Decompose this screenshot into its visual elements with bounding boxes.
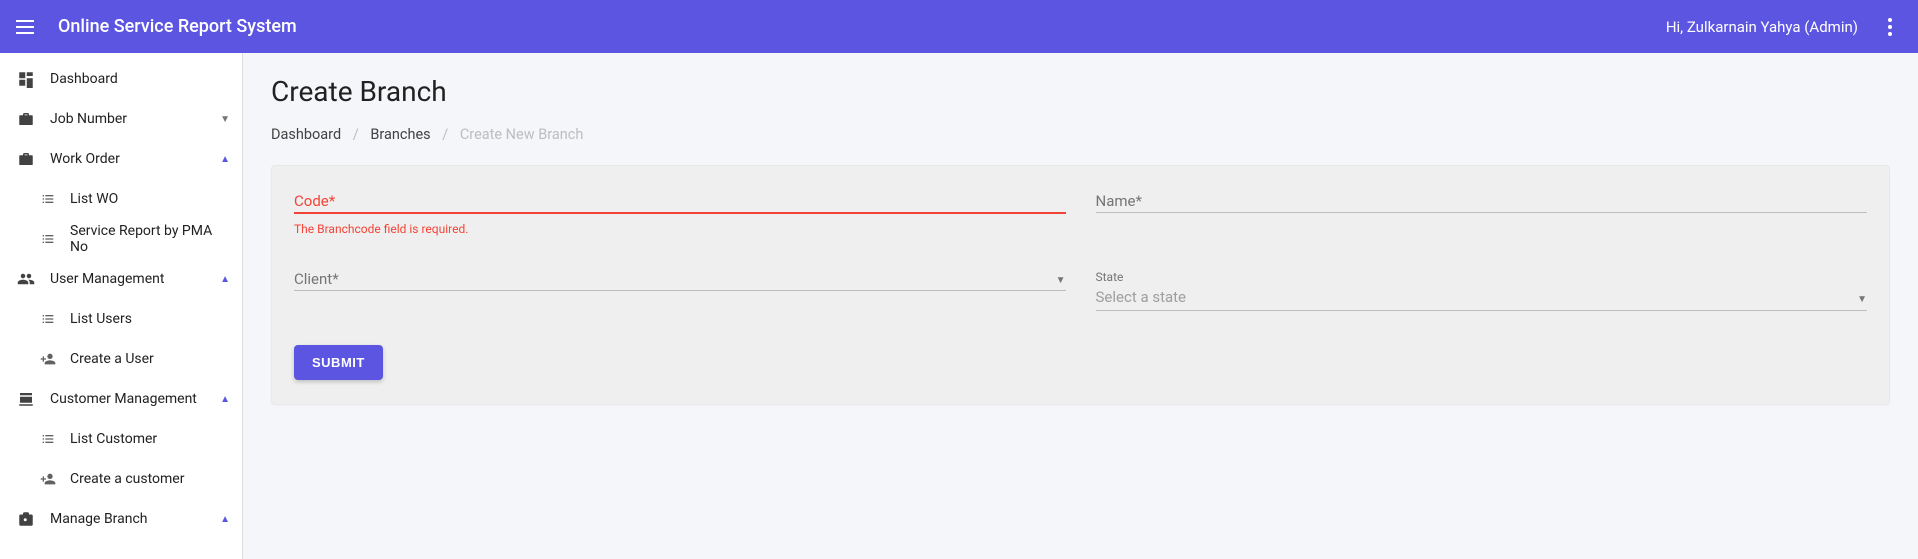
breadcrumb-dashboard[interactable]: Dashboard <box>271 126 341 143</box>
sidebar-item-label: Create a User <box>70 351 230 367</box>
sidebar-item-label: Service Report by PMA No <box>70 223 230 255</box>
briefcase-icon <box>14 110 38 128</box>
chevron-up-icon: ▲ <box>220 514 230 525</box>
sidebar-item-label: Dashboard <box>50 71 230 87</box>
more-icon[interactable] <box>1878 15 1902 39</box>
sidebar-item-manage-branch[interactable]: Manage Branch ▲ <box>0 499 242 539</box>
sidebar-item-label: List WO <box>70 191 230 207</box>
sidebar-item-list-wo[interactable]: List WO <box>0 179 242 219</box>
sidebar-item-customer-management[interactable]: Customer Management ▲ <box>0 379 242 419</box>
sidebar: Dashboard Job Number ▼ Work Order ▲ List… <box>0 53 243 559</box>
list-icon <box>38 311 58 327</box>
code-label: Code* <box>294 192 1066 210</box>
list-icon <box>38 191 58 207</box>
chevron-up-icon: ▲ <box>220 394 230 405</box>
form-card: Code* The Branchcode field is required. … <box>271 165 1890 405</box>
breadcrumb-branches[interactable]: Branches <box>370 126 430 143</box>
name-field[interactable]: Name* <box>1096 192 1868 236</box>
sidebar-item-create-customer[interactable]: Create a customer <box>0 459 242 499</box>
sidebar-item-work-order[interactable]: Work Order ▲ <box>0 139 242 179</box>
main-content: Create Branch Dashboard / Branches / Cre… <box>243 53 1918 559</box>
menu-icon[interactable] <box>16 15 40 39</box>
sidebar-item-label: Manage Branch <box>50 511 220 527</box>
sidebar-item-label: List Users <box>70 311 230 327</box>
sidebar-item-list-customer[interactable]: List Customer <box>0 419 242 459</box>
client-label: Client* <box>294 270 1050 288</box>
submit-button[interactable]: SUBMIT <box>294 345 383 380</box>
sidebar-item-label: Customer Management <box>50 391 220 407</box>
page-title: Create Branch <box>271 75 1890 108</box>
breadcrumb-current: Create New Branch <box>460 126 583 143</box>
sidebar-item-label: Job Number <box>50 111 220 127</box>
chevron-down-icon: ▼ <box>1857 294 1867 305</box>
sidebar-item-label: Create a customer <box>70 471 230 487</box>
state-field[interactable]: State Select a state ▼ <box>1096 270 1868 311</box>
chevron-up-icon: ▲ <box>220 154 230 165</box>
person-add-icon <box>38 471 58 487</box>
list-icon <box>38 431 58 447</box>
sidebar-item-service-report-pma[interactable]: Service Report by PMA No <box>0 219 242 259</box>
dashboard-icon <box>14 70 38 88</box>
register-icon <box>14 390 38 408</box>
sidebar-item-label: Work Order <box>50 151 220 167</box>
sidebar-item-create-user[interactable]: Create a User <box>0 339 242 379</box>
breadcrumb: Dashboard / Branches / Create New Branch <box>271 126 1890 143</box>
app-title: Online Service Report System <box>58 16 297 37</box>
name-label: Name* <box>1096 192 1868 210</box>
chevron-down-icon: ▼ <box>220 114 230 125</box>
chevron-down-icon: ▼ <box>1056 275 1066 286</box>
briefcase-icon <box>14 150 38 168</box>
state-top-label: State <box>1096 270 1868 284</box>
code-error-text: The Branchcode field is required. <box>294 222 1066 236</box>
client-field[interactable]: Client* ▼ <box>294 270 1066 311</box>
code-field[interactable]: Code* The Branchcode field is required. <box>294 192 1066 236</box>
sidebar-item-label: User Management <box>50 271 220 287</box>
breadcrumb-separator: / <box>442 126 448 143</box>
chevron-up-icon: ▲ <box>220 274 230 285</box>
people-icon <box>14 270 38 288</box>
sidebar-item-user-management[interactable]: User Management ▲ <box>0 259 242 299</box>
person-add-icon <box>38 351 58 367</box>
sidebar-item-job-number[interactable]: Job Number ▼ <box>0 99 242 139</box>
list-icon <box>38 231 58 247</box>
state-placeholder: Select a state <box>1096 288 1852 310</box>
branch-icon <box>14 510 38 528</box>
appbar: Online Service Report System Hi, Zulkarn… <box>0 0 1918 53</box>
sidebar-item-label: List Customer <box>70 431 230 447</box>
sidebar-item-list-users[interactable]: List Users <box>0 299 242 339</box>
user-greeting: Hi, Zulkarnain Yahya (Admin) <box>1666 18 1858 36</box>
sidebar-item-dashboard[interactable]: Dashboard <box>0 59 242 99</box>
breadcrumb-separator: / <box>353 126 359 143</box>
